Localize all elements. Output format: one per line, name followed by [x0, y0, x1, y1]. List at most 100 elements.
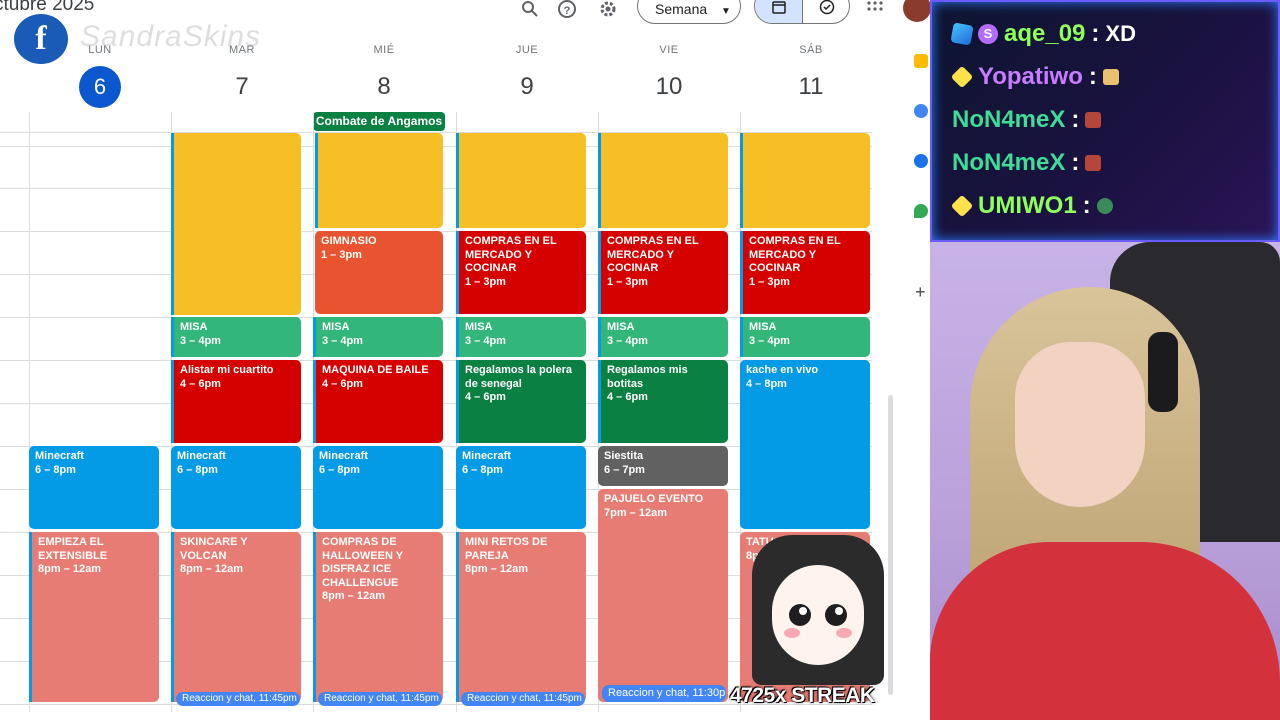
search-icon[interactable]: [519, 0, 541, 22]
event-botitas[interactable]: Regalamos mis botitas 4 – 6pm: [598, 360, 728, 443]
event-title: Regalamos mis botitas: [607, 364, 688, 390]
day-number[interactable]: 10: [648, 66, 690, 108]
day-header-sab[interactable]: SÁB 11: [740, 44, 882, 108]
event-time: 8pm – 12am: [322, 590, 385, 602]
chat-username: NoN4meX: [952, 149, 1066, 176]
event-title: PAJUELO EVENTO: [604, 493, 704, 505]
event-time: 6 – 8pm: [462, 463, 503, 476]
event-skincare[interactable]: SKINCARE Y VOLCAN 8pm – 12am: [171, 532, 301, 702]
chat-overlay: S aqe_09 : XD Yopatiwo : NoN4meX : NoN4m…: [930, 0, 1280, 242]
app-switch-toggle: [754, 0, 850, 24]
event-reaccion-chat[interactable]: Reaccion y chat, 11:45pm: [461, 692, 585, 706]
event-compras[interactable]: COMPRAS EN EL MERCADO Y COCINAR 1 – 3pm: [456, 231, 586, 314]
day-name: SÁB: [799, 44, 823, 56]
event-time: 3 – 4pm: [180, 334, 221, 347]
scrollbar[interactable]: [888, 395, 893, 695]
event-minecraft[interactable]: Minecraft 6 – 8pm: [171, 446, 301, 529]
svg-text:?: ?: [564, 5, 571, 17]
all-day-event[interactable]: Combate de Angamos: [313, 112, 445, 131]
avatar[interactable]: [903, 0, 931, 22]
event-minecraft[interactable]: Minecraft 6 – 8pm: [313, 446, 443, 529]
tasks-side-icon[interactable]: [914, 104, 928, 118]
chat-colon: :: [1082, 192, 1091, 219]
event-time: 6 – 8pm: [35, 463, 76, 476]
event-alistar[interactable]: Alistar mi cuartito 4 – 6pm: [171, 360, 301, 443]
event-siestita[interactable]: Siestita 6 – 7pm: [598, 446, 728, 486]
event-compras[interactable]: COMPRAS EN EL MERCADO Y COCINAR 1 – 3pm: [740, 231, 870, 314]
event-title: Minecraft: [35, 450, 84, 462]
day-header-mie[interactable]: MIÉ 8: [313, 44, 455, 108]
event-time: 8pm – 12am: [180, 563, 243, 575]
event-block[interactable]: [598, 133, 728, 228]
event-maquina[interactable]: MAQUINA DE BAILE 4 – 6pm: [313, 360, 443, 443]
event-misa[interactable]: MISA 3 – 4pm: [740, 317, 870, 357]
event-title: MISA: [607, 321, 635, 333]
chat-colon: :: [1071, 106, 1080, 133]
event-reaccion-chat[interactable]: Reaccion y chat, 11:45pm: [176, 692, 300, 706]
day-number[interactable]: 8: [363, 66, 405, 108]
chat-text: XD: [1105, 21, 1136, 46]
headset: [1148, 332, 1178, 412]
maps-icon[interactable]: [914, 204, 928, 218]
streamer-webcam: [930, 242, 1280, 720]
event-extensible[interactable]: EMPIEZA EL EXTENSIBLE 8pm – 12am: [29, 532, 159, 702]
event-reaccion-chat[interactable]: Reaccion y chat, 11:30p: [602, 685, 726, 702]
chevron-down-icon: ▼: [721, 6, 731, 17]
event-block[interactable]: [315, 133, 443, 228]
day-header-mar[interactable]: MAR 7: [171, 44, 313, 108]
event-reaccion-chat[interactable]: Reaccion y chat, 11:45pm: [318, 692, 442, 706]
event-minecraft[interactable]: Minecraft 6 – 8pm: [456, 446, 586, 529]
day-header-vie[interactable]: VIE 10: [598, 44, 740, 108]
event-title: COMPRAS DE HALLOWEEN Y DISFRAZ ICE CHALL…: [322, 536, 403, 589]
contacts-icon[interactable]: [914, 154, 928, 168]
sub-badge-icon: S: [978, 24, 998, 44]
add-icon[interactable]: +: [915, 282, 926, 303]
event-halloween[interactable]: COMPRAS DE HALLOWEEN Y DISFRAZ ICE CHALL…: [313, 532, 443, 702]
event-misa[interactable]: MISA 3 – 4pm: [313, 317, 443, 357]
day-number[interactable]: 9: [506, 66, 548, 108]
tasks-icon[interactable]: [803, 0, 849, 23]
event-compras[interactable]: COMPRAS EN EL MERCADO Y COCINAR 1 – 3pm: [598, 231, 728, 314]
event-time: 6 – 8pm: [177, 463, 218, 476]
event-title: MISA: [322, 321, 350, 333]
day-number-today[interactable]: 6: [79, 66, 121, 108]
day-number[interactable]: 11: [790, 66, 832, 108]
gem-badge-icon: [950, 194, 974, 218]
help-icon[interactable]: ?: [556, 0, 578, 22]
event-misa[interactable]: MISA 3 – 4pm: [171, 317, 301, 357]
chat-username: aqe_09: [1004, 20, 1086, 47]
event-block[interactable]: [456, 133, 586, 228]
event-retos[interactable]: MINI RETOS DE PAREJA 8pm – 12am: [456, 532, 586, 702]
keep-icon[interactable]: [914, 54, 928, 68]
event-misa[interactable]: MISA 3 – 4pm: [456, 317, 586, 357]
event-kache[interactable]: kache en vivo 4 – 8pm: [740, 360, 870, 529]
view-selector[interactable]: Semana ▼: [637, 0, 741, 24]
event-time: 7pm – 12am: [604, 506, 667, 519]
event-block[interactable]: [740, 133, 870, 228]
gem-badge-icon: [950, 65, 974, 89]
day-number[interactable]: 7: [221, 66, 263, 108]
event-misa[interactable]: MISA 3 – 4pm: [598, 317, 728, 357]
event-polera[interactable]: Regalamos la polera de senegal 4 – 6pm: [456, 360, 586, 443]
event-pajuelo[interactable]: PAJUELO EVENTO 7pm – 12am: [598, 489, 728, 702]
chat-colon: :: [1091, 20, 1100, 47]
apps-icon[interactable]: [864, 0, 886, 22]
event-time: 4 – 8pm: [746, 377, 787, 390]
chat-colon: :: [1071, 149, 1080, 176]
event-minecraft[interactable]: Minecraft 6 – 8pm: [29, 446, 159, 529]
day-header-jue[interactable]: JUE 9: [456, 44, 598, 108]
settings-icon[interactable]: [597, 0, 619, 22]
event-time: 4 – 6pm: [180, 377, 221, 390]
calendar-icon[interactable]: [755, 0, 803, 23]
event-block[interactable]: [171, 133, 301, 315]
event-time: 3 – 4pm: [322, 334, 363, 347]
nun-sticker-image: [752, 535, 884, 685]
event-title: MISA: [180, 321, 208, 333]
chat-username: NoN4meX: [952, 106, 1066, 133]
day-header-lun[interactable]: LUN 6: [29, 44, 171, 108]
event-title: MAQUINA DE BAILE: [322, 364, 429, 376]
chat-message: Yopatiwo :: [950, 60, 1119, 94]
event-time: 4 – 6pm: [607, 391, 648, 403]
event-gimnasio[interactable]: GIMNASIO 1 – 3pm: [315, 231, 443, 314]
event-title: SKINCARE Y VOLCAN: [180, 536, 248, 562]
